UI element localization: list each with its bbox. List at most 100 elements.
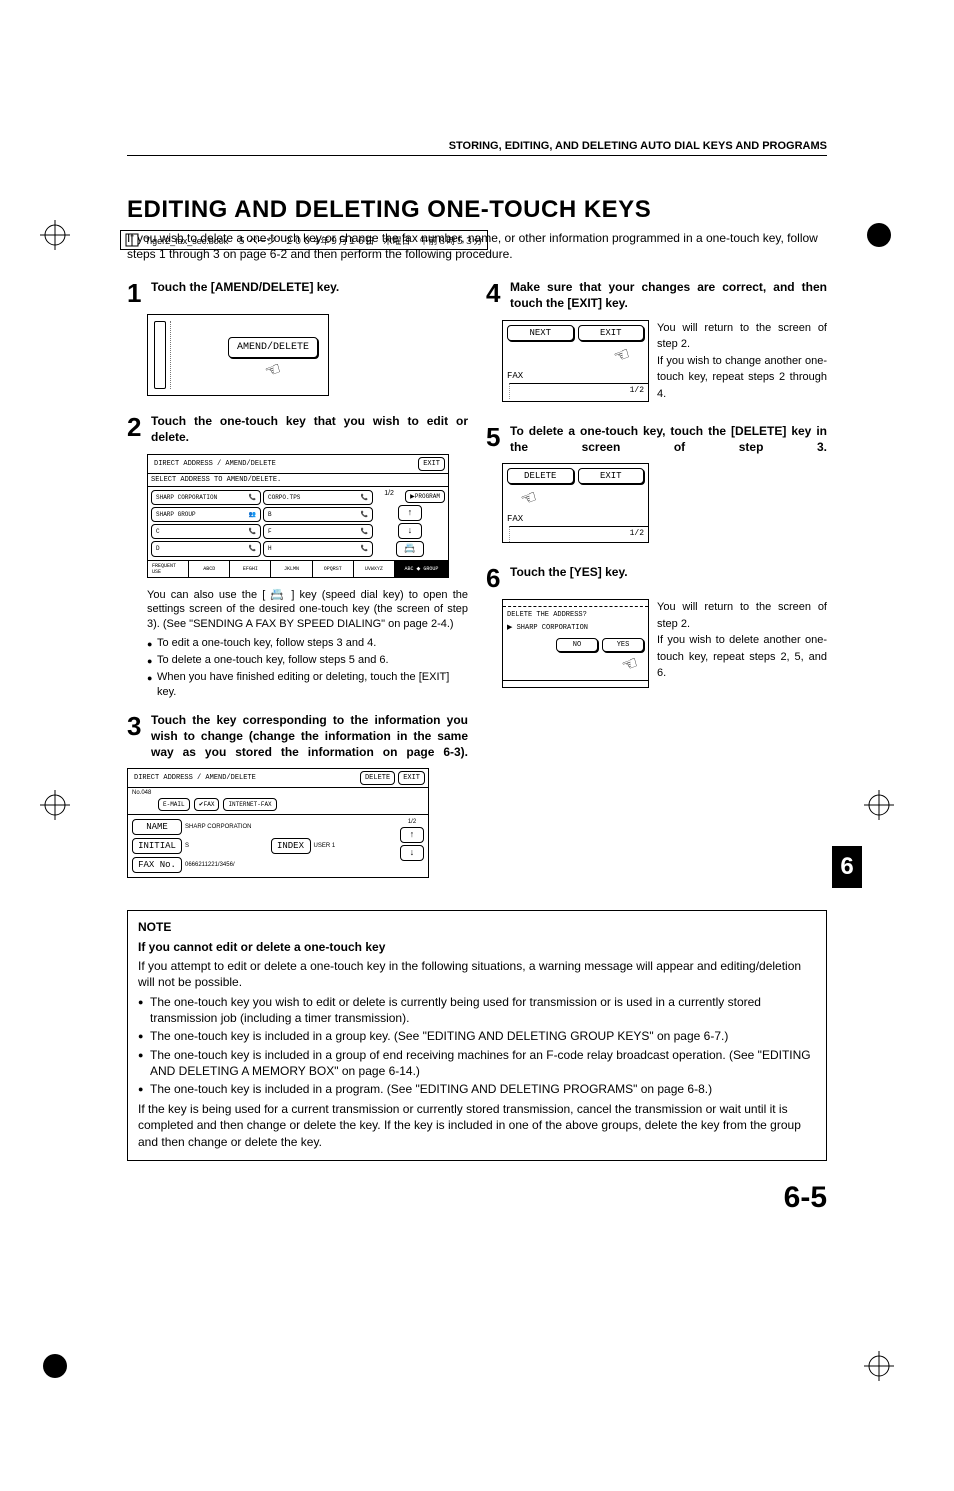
- field-value: USER 1: [314, 843, 397, 849]
- crop-mark-icon: [40, 220, 70, 250]
- scroll-up-button[interactable]: ↑: [398, 505, 422, 521]
- step-number: 3: [127, 713, 145, 760]
- crop-mark-icon: [40, 790, 70, 820]
- page-title: EDITING AND DELETING ONE-TOUCH KEYS: [127, 196, 827, 224]
- index-tab[interactable]: ABCD: [189, 561, 230, 577]
- onetouch-key[interactable]: B📞: [263, 507, 373, 522]
- program-button[interactable]: ▶PROGRAM: [405, 490, 445, 503]
- step-title: Make sure that your changes are correct,…: [510, 280, 827, 311]
- onetouch-key[interactable]: SHARP CORPORATION📞: [151, 490, 261, 505]
- mode-tab-email[interactable]: E-MAIL: [158, 798, 190, 811]
- page-indicator: 1/2: [375, 490, 403, 503]
- scrollbar-icon: [154, 321, 166, 389]
- screen-illustration: AMEND/DELETE ☜: [147, 314, 329, 396]
- field-label[interactable]: NAME: [132, 819, 182, 835]
- page-indicator: 1/2: [509, 526, 648, 542]
- note-bullet: The one-touch key is included in a group…: [138, 1047, 816, 1079]
- mode-tab-ifax[interactable]: INTERNET-FAX: [223, 798, 276, 811]
- panel-header: DIRECT ADDRESS / AMEND/DELETE: [151, 458, 279, 470]
- note-bullet: The one-touch key is included in a progr…: [138, 1081, 816, 1097]
- index-tab[interactable]: FREQUENT USE: [148, 561, 189, 577]
- step-body: You will return to the screen of step 2.…: [657, 320, 827, 403]
- field-value: S: [185, 843, 268, 849]
- mode-tab-fax[interactable]: ✔ FAX: [194, 798, 220, 811]
- field-value: SHARP CORPORATION: [185, 824, 396, 830]
- step-title: Touch the one-touch key that you wish to…: [151, 414, 468, 445]
- exit-button[interactable]: EXIT: [398, 771, 425, 785]
- scroll-down-button[interactable]: ↓: [400, 845, 424, 861]
- panel-header: DIRECT ADDRESS / AMEND/DELETE: [131, 772, 259, 784]
- dialog-target: ▶ SHARP CORPORATION: [503, 623, 648, 636]
- screen-illustration: DELETE EXIT ☜ FAX 1/2: [502, 463, 649, 543]
- note-text: If the key is being used for a current t…: [138, 1101, 816, 1150]
- crop-mark-icon: [864, 220, 894, 250]
- step-body: You can also use the [ 📇 ] key (speed di…: [147, 588, 468, 633]
- scroll-up-button[interactable]: ↑: [400, 827, 424, 843]
- record-number: No.048: [132, 790, 151, 796]
- index-tab[interactable]: UVWXYZ: [354, 561, 395, 577]
- step-number: 1: [127, 280, 145, 306]
- page-number: 6-5: [127, 1181, 827, 1215]
- index-tab[interactable]: OPQRST: [313, 561, 354, 577]
- panel-sub: SELECT ADDRESS TO AMEND/DELETE.: [148, 473, 448, 487]
- step-title: Touch the [AMEND/DELETE] key.: [151, 280, 339, 306]
- note-text: If you attempt to edit or delete a one-t…: [138, 958, 816, 990]
- exit-button[interactable]: EXIT: [578, 468, 645, 484]
- note-label: NOTE: [138, 919, 816, 935]
- chapter-tab: 6: [832, 846, 862, 888]
- onetouch-key[interactable]: D📞: [151, 541, 261, 556]
- step-number: 2: [127, 414, 145, 445]
- crop-mark-icon: [40, 1351, 70, 1381]
- no-button[interactable]: NO: [556, 638, 598, 652]
- hand-pointer-icon: ☜: [503, 654, 648, 680]
- amend-delete-button[interactable]: AMEND/DELETE: [228, 337, 318, 358]
- step-bullet: To edit a one-touch key, follow steps 3 …: [147, 636, 468, 651]
- page-indicator: 1/2: [509, 383, 648, 399]
- book-icon: [125, 233, 139, 247]
- abc-group-tab[interactable]: ABC ◆ GROUP: [395, 561, 448, 577]
- crop-mark-icon: [864, 790, 894, 820]
- onetouch-key[interactable]: F📞: [263, 524, 373, 539]
- onetouch-key[interactable]: SHARP GROUP👥: [151, 507, 261, 522]
- breadcrumb: STORING, EDITING, AND DELETING AUTO DIAL…: [127, 140, 827, 156]
- step-number: 5: [486, 424, 504, 455]
- field-value: 0666211221/3456/: [185, 862, 396, 868]
- step-number: 4: [486, 280, 504, 311]
- note-bullet: The one-touch key you wish to edit or de…: [138, 994, 816, 1026]
- note-box: NOTE If you cannot edit or delete a one-…: [127, 910, 827, 1160]
- index-tab[interactable]: JKLMN: [271, 561, 312, 577]
- onetouch-key[interactable]: C📞: [151, 524, 261, 539]
- step-title: Touch the key corresponding to the infor…: [151, 713, 468, 760]
- field-label[interactable]: FAX No.: [132, 857, 182, 873]
- next-button[interactable]: NEXT: [507, 325, 574, 341]
- note-heading: If you cannot edit or delete a one-touch…: [138, 939, 816, 955]
- step-number: 6: [486, 565, 504, 591]
- crop-mark-icon: [864, 1351, 894, 1381]
- index-tab[interactable]: EFGHI: [230, 561, 271, 577]
- dialog-question: DELETE THE ADDRESS?: [503, 607, 648, 623]
- mode-label: FAX: [503, 510, 648, 526]
- exit-button[interactable]: EXIT: [418, 457, 445, 471]
- exit-button[interactable]: EXIT: [578, 325, 645, 341]
- doc-meta-text: Tiger2_fax_sec.book ５ ページ ２００４年９月１６日 木曜日…: [145, 234, 483, 247]
- delete-button[interactable]: DELETE: [507, 468, 574, 484]
- doc-meta-header: Tiger2_fax_sec.book ５ ページ ２００４年９月１６日 木曜日…: [120, 230, 488, 250]
- step-body: You will return to the screen of step 2.…: [657, 599, 827, 688]
- screen-illustration: NEXT EXIT ☜ FAX 1/2: [502, 320, 649, 403]
- step-title: Touch the [YES] key.: [510, 565, 628, 591]
- yes-button[interactable]: YES: [602, 638, 644, 652]
- step-bullet: When you have finished editing or deleti…: [147, 670, 468, 700]
- scroll-down-button[interactable]: ↓: [398, 523, 422, 539]
- hand-pointer-icon: ☜: [228, 360, 318, 381]
- onetouch-key[interactable]: H📞: [263, 541, 373, 556]
- field-label[interactable]: INDEX: [271, 838, 311, 854]
- onetouch-key[interactable]: CORPO.TPS📞: [263, 490, 373, 505]
- screen-illustration: DIRECT ADDRESS / AMEND/DELETE EXIT SELEC…: [147, 454, 449, 578]
- step-bullet: To delete a one-touch key, follow steps …: [147, 653, 468, 668]
- delete-button[interactable]: DELETE: [360, 771, 395, 785]
- speed-dial-button[interactable]: 📇: [396, 541, 424, 557]
- page-indicator: 1/2: [408, 819, 416, 825]
- screen-illustration: DIRECT ADDRESS / AMEND/DELETE DELETE EXI…: [127, 768, 429, 878]
- mode-label: FAX: [503, 367, 648, 383]
- field-label[interactable]: INITIAL: [132, 838, 182, 854]
